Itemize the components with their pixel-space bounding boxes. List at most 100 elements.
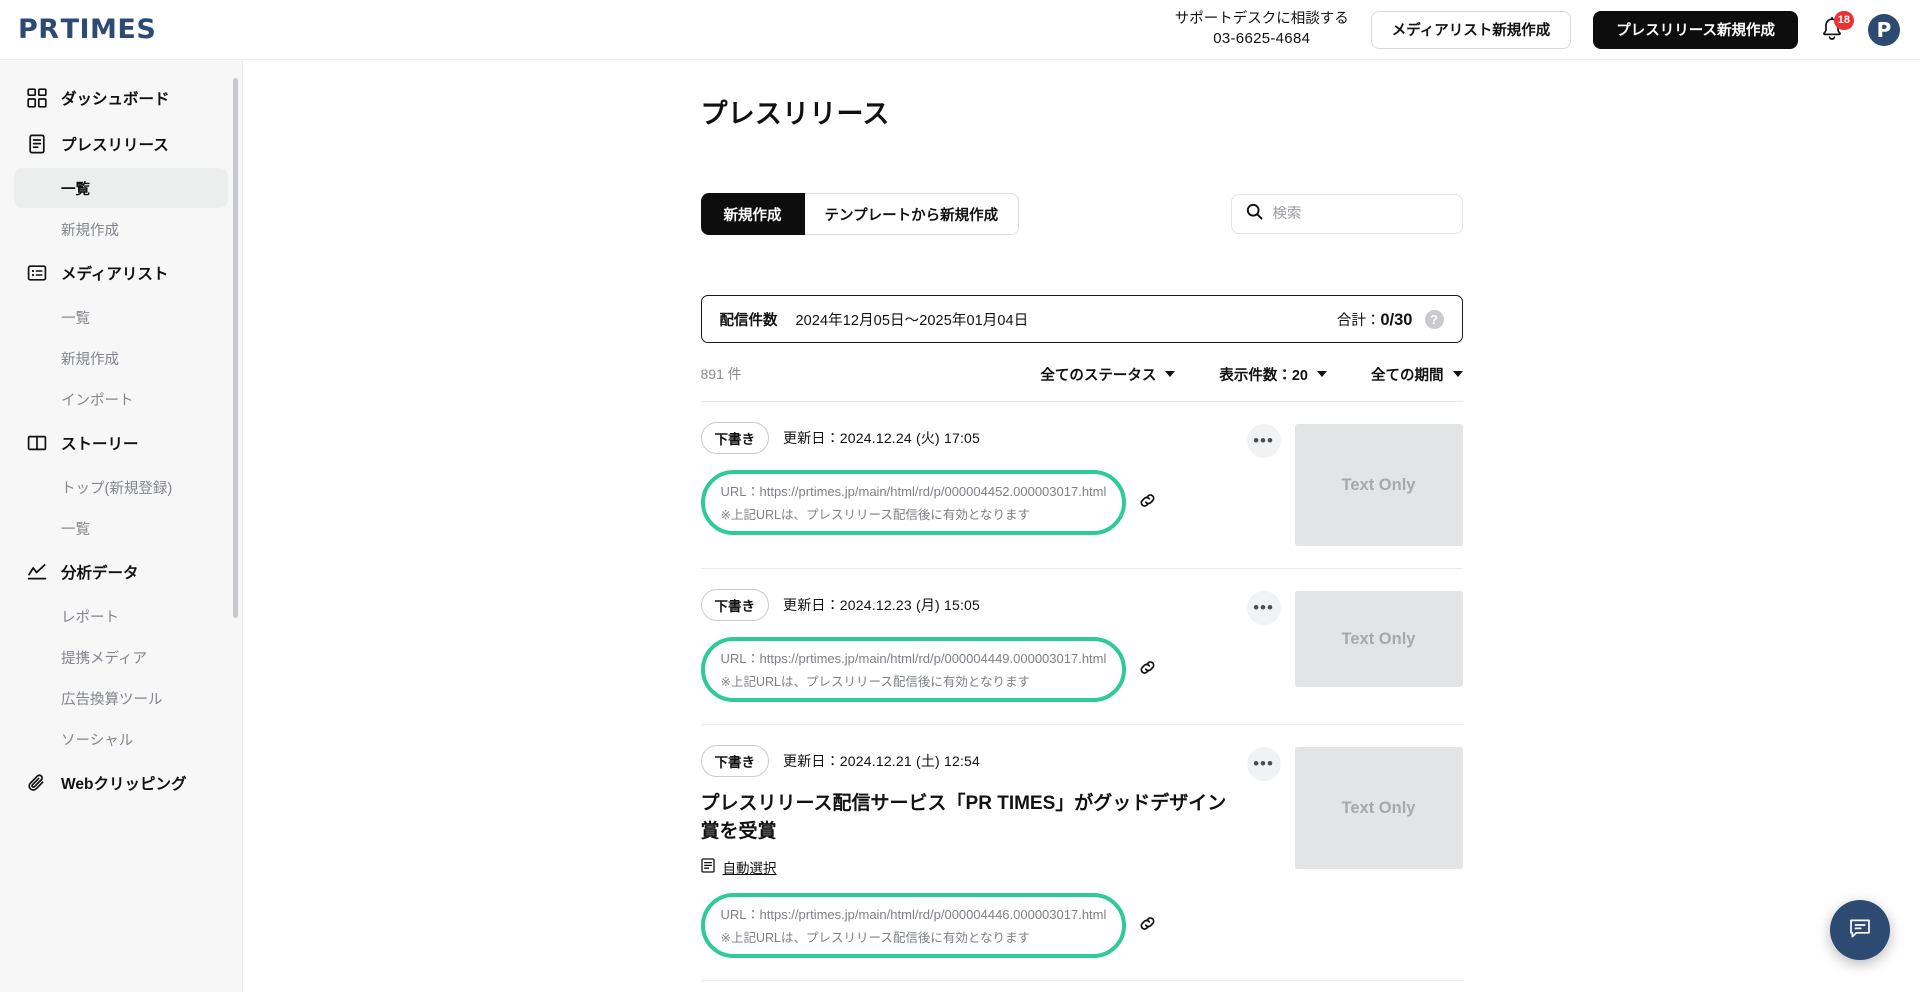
- release-url-note: ※上記URLは、プレスリリース配信後に有効となります: [720, 508, 1030, 522]
- sidebar-item-analytics-report[interactable]: レポート: [14, 596, 228, 636]
- sidebar-label: インポート: [61, 392, 134, 409]
- url-highlight-ring: URL：https://prtimes.jp/main/html/rd/p/00…: [700, 470, 1127, 535]
- app-root: PR TIMES サポートデスクに相談する 03-6625-4684 メディアリス…: [0, 0, 1920, 992]
- sidebar-label: 広告換算ツール: [61, 691, 163, 708]
- avatar[interactable]: P: [1868, 13, 1900, 46]
- per-page-label: 表示件数：20: [1219, 367, 1308, 384]
- more-options-button[interactable]: •••: [1246, 747, 1281, 781]
- sidebar-item-analytics-ad-value[interactable]: 広告換算ツール: [14, 678, 228, 718]
- sidebar-label: 一覧: [61, 181, 90, 198]
- chart-line-icon: [26, 561, 48, 583]
- prtimes-logo[interactable]: PR TIMES: [18, 14, 156, 45]
- paperclip-icon: [26, 772, 48, 794]
- sidebar-label: ソーシャル: [61, 732, 134, 749]
- sidebar-item-media-list-import[interactable]: インポート: [14, 379, 228, 419]
- copy-link-icon[interactable]: [1138, 914, 1157, 938]
- sidebar-label: Webクリッピング: [61, 776, 187, 793]
- release-url-note: ※上記URLは、プレスリリース配信後に有効となります: [720, 675, 1030, 689]
- search-box[interactable]: [1230, 194, 1463, 234]
- sidebar-label: 新規作成: [61, 351, 119, 368]
- search-icon: [1246, 203, 1263, 225]
- sidebar-item-analytics-social[interactable]: ソーシャル: [14, 719, 228, 759]
- logo-pr-text: PR: [18, 14, 60, 45]
- sidebar-item-story-top[interactable]: トップ(新規登録): [14, 467, 228, 507]
- sidebar-item-press-release-new[interactable]: 新規作成: [14, 209, 228, 249]
- url-highlight-ring: URL：https://prtimes.jp/main/html/rd/p/00…: [700, 637, 1127, 702]
- new-from-template-button[interactable]: テンプレートから新規作成: [804, 193, 1020, 235]
- sidebar-item-dashboard[interactable]: ダッシュボード: [14, 76, 228, 120]
- per-page-dropdown[interactable]: 表示件数：20: [1219, 364, 1327, 385]
- sidebar-item-press-release[interactable]: プレスリリース: [14, 122, 228, 166]
- logo-times-text: TIMES: [60, 14, 157, 45]
- sidebar-item-media-list-new[interactable]: 新規作成: [14, 338, 228, 378]
- chevron-down-icon: [1165, 371, 1176, 377]
- release-info: 下書き 更新日：2024.12.21 (土) 12:54 プレスリリース配信サー…: [700, 745, 1247, 959]
- url-highlight-ring: URL：https://prtimes.jp/main/html/rd/p/00…: [700, 893, 1127, 959]
- release-url-note: ※上記URLは、プレスリリース配信後に有効となります: [720, 931, 1030, 946]
- main-content: プレスリリース 新規作成 テンプレートから新規作成 配信件数 2024年1: [243, 60, 1920, 992]
- sidebar-scrollbar-track[interactable]: [233, 76, 240, 992]
- chat-support-button[interactable]: [1830, 900, 1890, 960]
- release-header: 下書き 更新日：2024.12.23 (月) 15:05: [700, 589, 1229, 621]
- result-count: 891 件: [700, 366, 742, 382]
- release-url-block: URL：https://prtimes.jp/main/html/rd/p/00…: [700, 637, 1158, 702]
- sidebar-item-story-list[interactable]: 一覧: [14, 508, 228, 548]
- copy-link-icon[interactable]: [1138, 491, 1157, 515]
- release-info: 下書き 更新日：2024.12.23 (月) 15:05 URL：https:/…: [700, 589, 1247, 702]
- release-url: URL：https://prtimes.jp/main/html/rd/p/00…: [720, 484, 1107, 499]
- release-url-block: URL：https://prtimes.jp/main/html/rd/p/00…: [700, 893, 1158, 959]
- status-badge: 下書き: [700, 745, 769, 777]
- avatar-initial: P: [1876, 17, 1892, 42]
- notification-badge: 18: [1833, 10, 1854, 30]
- sidebar-item-press-release-list[interactable]: 一覧: [14, 168, 228, 208]
- sidebar-label: メディアリスト: [61, 266, 169, 283]
- list-icon: [26, 262, 48, 284]
- help-icon[interactable]: ?: [1424, 309, 1444, 329]
- search-input[interactable]: [1272, 206, 1448, 222]
- sidebar-item-story[interactable]: ストーリー: [14, 421, 228, 465]
- sidebar-label: 分析データ: [61, 565, 139, 582]
- auto-select-label[interactable]: 自動選択: [723, 857, 777, 877]
- more-options-button[interactable]: •••: [1246, 591, 1281, 625]
- support-desk-info: サポートデスクに相談する 03-6625-4684: [1175, 10, 1349, 50]
- table-row[interactable]: 下書き 更新日：2024.12.21 (土) 12:54 プレスリリース配信サー…: [700, 725, 1463, 982]
- delivery-quota-bar: 配信件数 2024年12月05日〜2025年01月04日 合計：0/30 ?: [700, 295, 1463, 343]
- table-row[interactable]: 下書き 更新日：2024.12.23 (月) 15:05 URL：https:/…: [700, 569, 1463, 725]
- sidebar-item-media-list[interactable]: メディアリスト: [14, 251, 228, 295]
- support-desk-label: サポートデスクに相談する: [1174, 10, 1349, 27]
- sidebar-item-analytics[interactable]: 分析データ: [14, 550, 228, 594]
- period-filter-dropdown[interactable]: 全ての期間: [1371, 364, 1463, 385]
- copy-link-icon[interactable]: [1138, 658, 1157, 682]
- dashboard-icon: [26, 87, 48, 109]
- notifications-button[interactable]: 18: [1820, 10, 1854, 44]
- release-updated-date: 更新日：2024.12.23 (月) 15:05: [783, 597, 981, 613]
- support-desk-phone: 03-6625-4684: [1213, 30, 1311, 48]
- sidebar-item-web-clipping[interactable]: Webクリッピング: [14, 761, 228, 805]
- page-title: プレスリリース: [700, 99, 890, 129]
- release-title[interactable]: プレスリリース配信サービス「PR TIMES」がグッドデザイン賞を受賞: [701, 790, 1229, 845]
- sidebar-item-media-list-list[interactable]: 一覧: [14, 297, 228, 337]
- book-icon: [26, 432, 48, 454]
- release-list: 下書き 更新日：2024.12.24 (火) 17:05 URL：https:/…: [700, 401, 1463, 982]
- status-filter-label: 全てのステータス: [1040, 367, 1157, 384]
- new-release-button[interactable]: 新規作成: [700, 193, 805, 235]
- release-actions: ••• Text Only: [1246, 422, 1463, 546]
- sidebar-item-analytics-partner-media[interactable]: 提携メディア: [14, 637, 228, 677]
- create-media-list-button[interactable]: メディアリスト新規作成: [1370, 10, 1572, 49]
- create-press-release-button[interactable]: プレスリリース新規作成: [1593, 10, 1798, 49]
- quota-total-label: 合計：: [1336, 312, 1381, 329]
- release-header: 下書き 更新日：2024.12.21 (土) 12:54: [700, 745, 1229, 777]
- header-actions: サポートデスクに相談する 03-6625-4684 メディアリスト新規作成 プレ…: [1175, 10, 1920, 50]
- release-header: 下書き 更新日：2024.12.24 (火) 17:05: [700, 422, 1229, 454]
- status-filter-dropdown[interactable]: 全てのステータス: [1040, 364, 1176, 385]
- sidebar-label: レポート: [61, 609, 119, 626]
- release-auto-select[interactable]: 自動選択: [700, 857, 1229, 877]
- sidebar-scrollbar-thumb[interactable]: [233, 78, 238, 618]
- release-thumbnail: Text Only: [1294, 424, 1463, 546]
- sidebar-label: ストーリー: [61, 436, 139, 453]
- chat-bubble-icon: [1846, 914, 1874, 947]
- more-options-button[interactable]: •••: [1246, 424, 1281, 458]
- sidebar-label: 一覧: [61, 310, 90, 327]
- sidebar-label: 一覧: [61, 521, 90, 538]
- table-row[interactable]: 下書き 更新日：2024.12.24 (火) 17:05 URL：https:/…: [700, 402, 1463, 569]
